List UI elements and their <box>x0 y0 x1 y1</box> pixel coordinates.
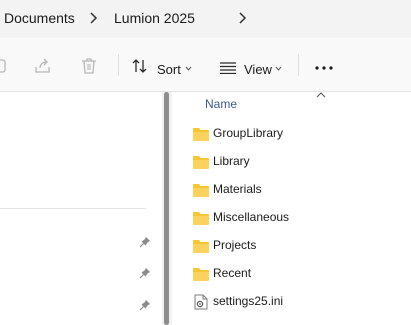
pin-icon[interactable] <box>139 236 151 248</box>
address-bar: Documents Lumion 2025 <box>0 0 411 38</box>
view-button[interactable]: View <box>244 62 272 77</box>
file-name: Library <box>213 154 250 168</box>
folder-icon <box>193 184 209 197</box>
column-header-name[interactable]: Name <box>205 97 237 111</box>
pin-icon[interactable] <box>139 267 151 279</box>
chevron-down-icon[interactable] <box>275 66 282 71</box>
folder-icon <box>193 156 209 169</box>
list-item[interactable]: Miscellaneous <box>188 207 408 229</box>
rename-icon[interactable] <box>0 58 6 74</box>
nav-scrollbar-thumb[interactable] <box>164 92 169 325</box>
chevron-right-icon[interactable] <box>237 11 247 25</box>
toolbar-separator <box>118 54 119 76</box>
sort-icon[interactable] <box>131 58 149 74</box>
settings-file-icon <box>194 294 208 310</box>
delete-icon[interactable] <box>81 57 97 75</box>
folder-icon <box>193 240 209 253</box>
folder-icon <box>193 268 209 281</box>
chevron-down-icon[interactable] <box>185 66 192 71</box>
list-item[interactable]: Library <box>188 151 408 173</box>
file-name: Materials <box>213 182 262 196</box>
list-item[interactable]: GroupLibrary <box>188 123 408 145</box>
more-options-icon[interactable] <box>315 66 333 70</box>
nav-divider <box>0 208 146 209</box>
list-item[interactable]: Projects <box>188 235 408 257</box>
file-list: Name GroupLibrary Library Materials Misc… <box>172 92 411 325</box>
navigation-pane <box>0 92 162 325</box>
sort-ascending-icon <box>316 92 326 98</box>
share-icon[interactable] <box>34 58 52 74</box>
sort-button[interactable]: Sort <box>157 62 181 77</box>
toolbar-separator <box>298 54 299 76</box>
breadcrumb-item-documents[interactable]: Documents <box>4 10 75 26</box>
pin-icon[interactable] <box>139 299 151 311</box>
file-name: settings25.ini <box>213 294 284 308</box>
folder-icon <box>193 212 209 225</box>
list-item[interactable]: Materials <box>188 179 408 201</box>
chevron-right-icon[interactable] <box>88 11 98 25</box>
list-item[interactable]: settings25.ini <box>188 291 408 313</box>
file-name: Recent <box>213 266 252 280</box>
file-name: GroupLibrary <box>213 126 284 140</box>
file-name: Projects <box>213 238 257 252</box>
command-bar: Sort View <box>0 38 411 92</box>
breadcrumb-item-lumion-2025[interactable]: Lumion 2025 <box>114 10 195 26</box>
list-item[interactable]: Recent <box>188 263 408 285</box>
view-icon[interactable] <box>219 62 237 74</box>
file-name: Miscellaneous <box>213 210 290 224</box>
folder-icon <box>193 128 209 141</box>
